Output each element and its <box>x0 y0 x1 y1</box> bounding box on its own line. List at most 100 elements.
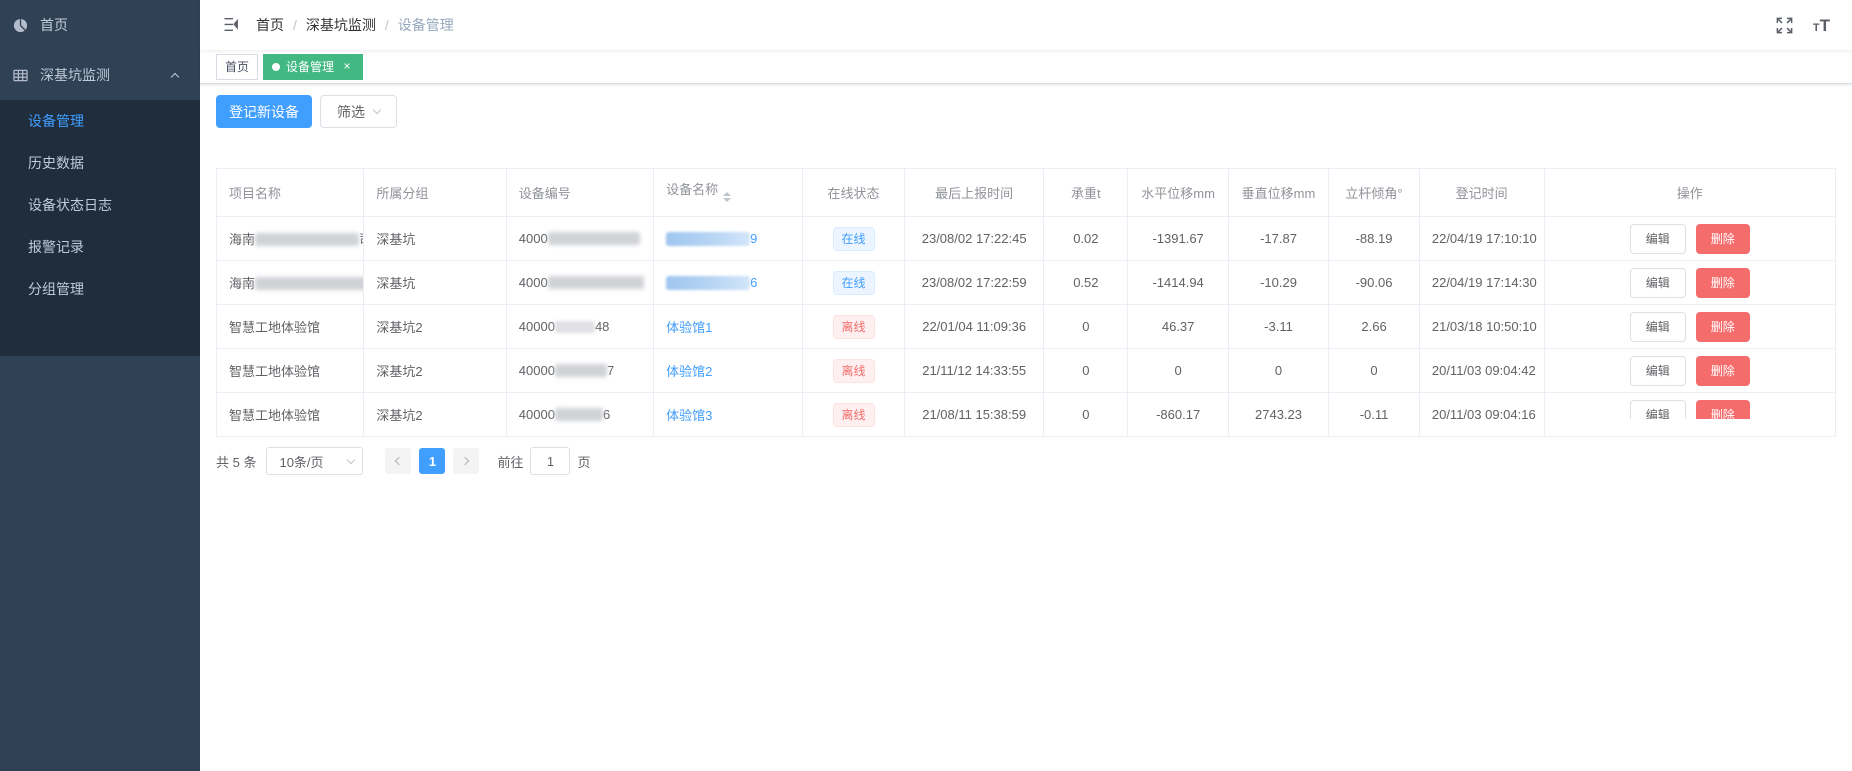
cell-device-name: 体验馆2 <box>654 349 803 393</box>
cell-load: 0 <box>1044 305 1128 349</box>
edit-button[interactable]: 编辑 <box>1630 224 1686 254</box>
sidebar-item-home[interactable]: 首页 <box>0 0 200 50</box>
cell-group: 深基坑2 <box>364 393 506 437</box>
goto-label: 前往 <box>497 452 523 471</box>
device-name-link[interactable]: 6 <box>666 275 757 290</box>
device-name-link[interactable]: 9 <box>666 231 757 246</box>
cell-v_disp: 0 <box>1228 349 1328 393</box>
cell-group: 深基坑 <box>364 261 506 305</box>
col-device_no: 设备编号 <box>506 169 653 217</box>
font-size-icon[interactable]: TT <box>1813 17 1830 34</box>
delete-button[interactable]: 删除 <box>1696 312 1750 342</box>
cell-group: 深基坑 <box>364 217 506 261</box>
edit-button[interactable]: 编辑 <box>1630 268 1686 298</box>
cell-tilt: 0 <box>1329 349 1420 393</box>
table-row: 智慧工地体验馆深基坑2400007体验馆2离线21/11/12 14:33:55… <box>217 349 1836 393</box>
cell-last_report: 21/08/11 15:38:59 <box>905 393 1044 437</box>
navbar-right: TT <box>1776 17 1830 34</box>
filter-button[interactable]: 筛选 <box>320 95 397 128</box>
redacted-text <box>255 233 359 246</box>
table-row: 海南司深基坑40006在线23/08/02 17:22:590.52-1414.… <box>217 261 1836 305</box>
delete-button[interactable]: 删除 <box>1696 356 1750 386</box>
grid-icon <box>13 68 29 83</box>
cell-text: 4000 <box>519 275 548 290</box>
tag-label: 设备管理 <box>286 58 334 75</box>
goto-unit: 页 <box>577 452 590 471</box>
table-row: 海南司深基坑40009在线23/08/02 17:22:450.02-1391.… <box>217 217 1836 261</box>
status-badge: 离线 <box>833 315 875 339</box>
sidebar-item-alarm-records[interactable]: 报警记录 <box>0 226 200 268</box>
cell-tilt: 2.66 <box>1329 305 1420 349</box>
cell-load: 0 <box>1044 349 1128 393</box>
navbar: 首页 / 深基坑监测 / 设备管理 TT <box>200 0 1852 50</box>
column-label: 垂直位移mm <box>1242 186 1316 201</box>
column-label: 水平位移mm <box>1141 186 1215 201</box>
cell-h_disp: 46.37 <box>1128 305 1228 349</box>
sidebar-item-deep-pit-monitor[interactable]: 深基坑监测 <box>0 50 200 100</box>
sidebar-item-group-management[interactable]: 分组管理 <box>0 268 200 310</box>
goto-page-input[interactable] <box>530 447 570 475</box>
cell-device_no: 4000 <box>506 261 653 305</box>
column-label: 承重t <box>1071 186 1101 201</box>
cell-project: 智慧工地体验馆 <box>217 393 364 437</box>
device-name-link[interactable]: 体验馆3 <box>666 408 712 423</box>
prev-page-button[interactable] <box>385 448 411 474</box>
cell-project: 智慧工地体验馆 <box>217 305 364 349</box>
tag-device-management[interactable]: 设备管理 × <box>263 54 363 80</box>
col-project: 项目名称 <box>217 169 364 217</box>
redacted-text <box>555 408 603 421</box>
tag-active-dot <box>272 63 280 71</box>
redacted-text <box>548 232 640 245</box>
hamburger-icon[interactable] <box>222 16 240 34</box>
cell-text: 7 <box>607 363 614 378</box>
delete-button[interactable]: 删除 <box>1696 224 1750 254</box>
edit-button[interactable]: 编辑 <box>1630 312 1686 342</box>
page-number-button[interactable]: 1 <box>419 448 445 474</box>
sidebar-item-device-management[interactable]: 设备管理 <box>0 100 200 142</box>
edit-button[interactable]: 编辑 <box>1630 356 1686 386</box>
cell-project: 智慧工地体验馆 <box>217 349 364 393</box>
col-reg_time: 登记时间 <box>1419 169 1544 217</box>
tags-bar: 首页 设备管理 × <box>200 50 1852 84</box>
cell-load: 0.52 <box>1044 261 1128 305</box>
total-count: 共 5 条 <box>216 452 256 471</box>
page-size-select[interactable]: 10条/页 <box>266 447 363 475</box>
column-label: 登记时间 <box>1456 186 1508 201</box>
sidebar-item-device-status-log[interactable]: 设备状态日志 <box>0 184 200 226</box>
col-actions: 操作 <box>1544 169 1835 217</box>
cell-status: 离线 <box>803 393 905 437</box>
cell-device-name: 体验馆1 <box>654 305 803 349</box>
col-load: 承重t <box>1044 169 1128 217</box>
redacted-text <box>548 276 644 289</box>
cell-text: 海南 <box>229 232 255 247</box>
cell-tilt: -0.11 <box>1329 393 1420 437</box>
status-badge: 离线 <box>833 403 875 427</box>
cell-text: 4000 <box>519 231 548 246</box>
cell-last_report: 23/08/02 17:22:45 <box>905 217 1044 261</box>
cell-v_disp: -10.29 <box>1228 261 1328 305</box>
sidebar-item-history-data[interactable]: 历史数据 <box>0 142 200 184</box>
column-label: 操作 <box>1677 186 1703 201</box>
tag-close-icon[interactable]: × <box>340 60 354 74</box>
sidebar: 首页 深基坑监测 设备管理 历史数据 设备状态日志 报警记录 分组管理 <box>0 0 200 771</box>
delete-button[interactable]: 删除 <box>1696 268 1750 298</box>
device-name-link[interactable]: 体验馆2 <box>666 364 712 379</box>
page-size-value: 10条/页 <box>279 452 323 471</box>
main-area: 首页 / 深基坑监测 / 设备管理 TT 首页 设备管理 × <box>200 0 1852 771</box>
cell-v_disp: -3.11 <box>1228 305 1328 349</box>
cell-h_disp: 0 <box>1128 349 1228 393</box>
filter-button-label: 筛选 <box>337 102 365 122</box>
column-label: 设备编号 <box>519 186 571 201</box>
fullscreen-icon[interactable] <box>1776 17 1793 34</box>
device-name-link[interactable]: 体验馆1 <box>666 320 712 335</box>
cell-reg_time: 22/04/19 17:14:30 <box>1419 261 1544 305</box>
breadcrumb-item-deep-pit-monitor[interactable]: 深基坑监测 <box>306 15 376 35</box>
sort-caret-icon[interactable] <box>723 188 731 206</box>
register-device-button[interactable]: 登记新设备 <box>216 95 312 128</box>
cell-h_disp: -1391.67 <box>1128 217 1228 261</box>
tag-home[interactable]: 首页 <box>216 54 258 80</box>
breadcrumb-item-device-management: 设备管理 <box>398 15 454 35</box>
col-device_name[interactable]: 设备名称 <box>654 169 803 217</box>
next-page-button[interactable] <box>453 448 479 474</box>
breadcrumb-item-home[interactable]: 首页 <box>256 15 284 35</box>
